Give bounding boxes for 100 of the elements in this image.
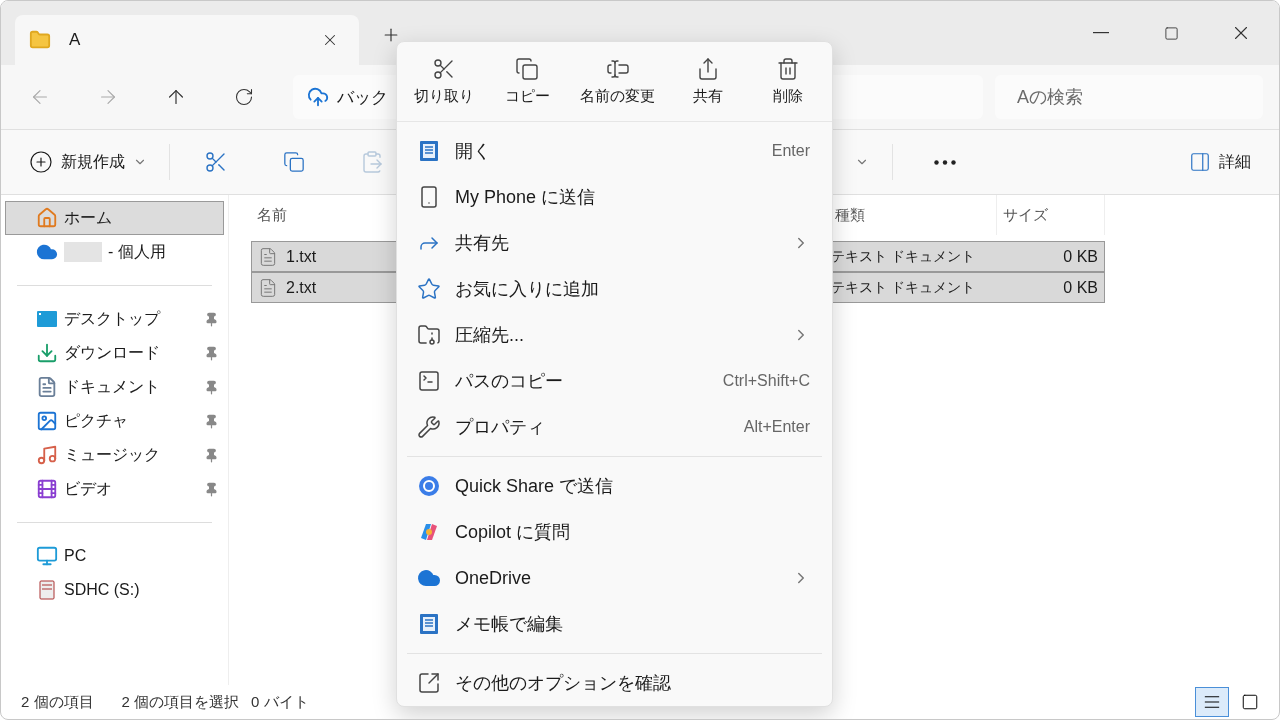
pin-icon [204, 447, 219, 463]
trash-icon [776, 57, 800, 81]
star-icon [417, 277, 441, 302]
menu-item[interactable]: My Phone に送信 [403, 174, 826, 221]
details-button[interactable]: 詳細 [1185, 145, 1255, 179]
sidebar-label: ドキュメント [64, 376, 160, 397]
home-icon [36, 207, 58, 229]
square-icon [1241, 693, 1259, 711]
pin-icon [204, 413, 219, 429]
file-name: 1.txt [286, 247, 317, 266]
sidebar-item[interactable]: SDHC (S:) [5, 573, 224, 607]
column-header[interactable]: 種類 [829, 195, 996, 235]
pin-icon [204, 311, 219, 327]
search-box[interactable]: Aの検索 [995, 75, 1263, 119]
menu-item[interactable]: お気に入りに追加 [403, 266, 826, 313]
rename-icon [605, 57, 630, 81]
sidebar-item[interactable]: ドキュメント [5, 370, 224, 404]
sidebar-label: ダウンロード [64, 342, 160, 363]
redacted-name [64, 242, 102, 262]
menu-item[interactable]: 圧縮先... [403, 312, 826, 359]
sidebar-item[interactable]: ビデオ [5, 472, 224, 506]
sidebar-label: デスクトップ [64, 308, 160, 329]
shortcut-text: Alt+Enter [743, 418, 810, 437]
archive-folder-icon [417, 323, 441, 348]
pin-icon [204, 345, 219, 361]
path-icon [417, 369, 441, 394]
sidebar-item[interactable]: デスクトップ [5, 302, 224, 336]
menu-item-label: プロパティ [455, 416, 546, 440]
new-button[interactable]: 新規作成 [25, 144, 151, 180]
menu-item-label: OneDrive [455, 567, 533, 589]
menu-item[interactable]: プロパティ Alt+Enter [403, 404, 826, 451]
menu-action-button[interactable]: 共有 [675, 53, 741, 110]
menu-action-button[interactable]: 名前の変更 [574, 53, 661, 110]
file-name: 2.txt [286, 278, 317, 297]
menu-item[interactable]: メモ帳で編集 [403, 601, 826, 647]
window-tab[interactable]: A [15, 15, 359, 65]
shortcut-text: Ctrl+Shift+C [722, 372, 810, 391]
minimize-icon [1093, 32, 1109, 34]
sidebar-item[interactable]: - 個人用 [5, 235, 224, 269]
picture-icon [36, 410, 58, 432]
pin-icon [204, 379, 219, 395]
open-external-icon [417, 671, 441, 695]
notepad-icon [417, 612, 441, 636]
menu-item-label: My Phone に送信 [455, 186, 597, 210]
sidebar-item[interactable]: PC [5, 539, 224, 573]
paste-icon [360, 150, 384, 174]
tab-title: A [69, 30, 82, 50]
search-field[interactable]: Aの検索 [1015, 85, 1251, 109]
copy-icon [283, 151, 305, 173]
menu-action-button[interactable]: コピー [494, 53, 560, 110]
column-header[interactable]: サイズ [996, 195, 1105, 235]
sidebar-item[interactable]: ホーム [5, 201, 224, 235]
download-icon [36, 342, 58, 364]
sidebar-label: ホーム [64, 207, 112, 228]
menu-item-label: Copilot に質問 [455, 521, 572, 544]
menu-item[interactable]: パスのコピー Ctrl+Shift+C [403, 358, 826, 405]
menu-item-label: 開く [455, 140, 492, 164]
menu-item-label: 圧縮先... [455, 324, 525, 348]
menu-item[interactable]: Copilot に質問 [403, 509, 826, 555]
menu-item[interactable]: その他のオプションを確認 [403, 660, 826, 706]
more-icon [934, 159, 956, 165]
desktop-icon [36, 308, 58, 330]
text-file-icon [258, 277, 278, 298]
details-pane-icon [1189, 151, 1211, 173]
menu-action-button[interactable]: 削除 [755, 53, 821, 110]
menu-item-label: パスのコピー [455, 370, 564, 394]
menu-item-label: メモ帳で編集 [455, 613, 564, 636]
menu-item[interactable]: 開く Enter [403, 128, 826, 175]
video-icon [36, 478, 58, 500]
copy-icon [515, 57, 539, 81]
list-icon [1203, 693, 1221, 711]
sidebar-item[interactable]: ミュージック [5, 438, 224, 472]
sidebar-label: SDHC (S:) [64, 581, 140, 599]
music-icon [36, 444, 58, 466]
plus-circle-icon [29, 150, 53, 174]
sidebar-item[interactable]: ピクチャ [5, 404, 224, 438]
cloud-upload-icon [307, 86, 329, 108]
maximize-icon [1163, 25, 1179, 41]
menu-item[interactable]: 共有先 [403, 220, 826, 267]
folder-icon [29, 29, 51, 51]
document-icon [36, 376, 58, 398]
menu-item-label: その他のオプションを確認 [455, 672, 672, 695]
text-file-icon [258, 246, 278, 267]
wrench-icon [417, 415, 441, 440]
sidebar-item[interactable]: ダウンロード [5, 336, 224, 370]
menu-item-label: 共有先 [455, 232, 510, 256]
details-view-button[interactable] [1195, 687, 1229, 717]
sidebar-label: ミュージック [64, 444, 160, 465]
sidebar-label: PC [64, 547, 87, 565]
table-cell: 0 KB [996, 272, 1105, 303]
sidebar-label: - 個人用 [108, 241, 166, 262]
shortcut-text: Enter [771, 142, 810, 161]
notepad-icon [417, 139, 441, 164]
menu-item[interactable]: Quick Share で送信 [403, 463, 826, 509]
status-text: 0 バイト [251, 692, 309, 712]
status-text: 2 個の項目を選択 [121, 692, 240, 712]
sidebar-label: ピクチャ [64, 410, 128, 431]
refresh-icon [234, 87, 254, 107]
menu-action-button[interactable]: 切り取り [408, 53, 480, 110]
menu-item[interactable]: OneDrive [403, 555, 826, 601]
